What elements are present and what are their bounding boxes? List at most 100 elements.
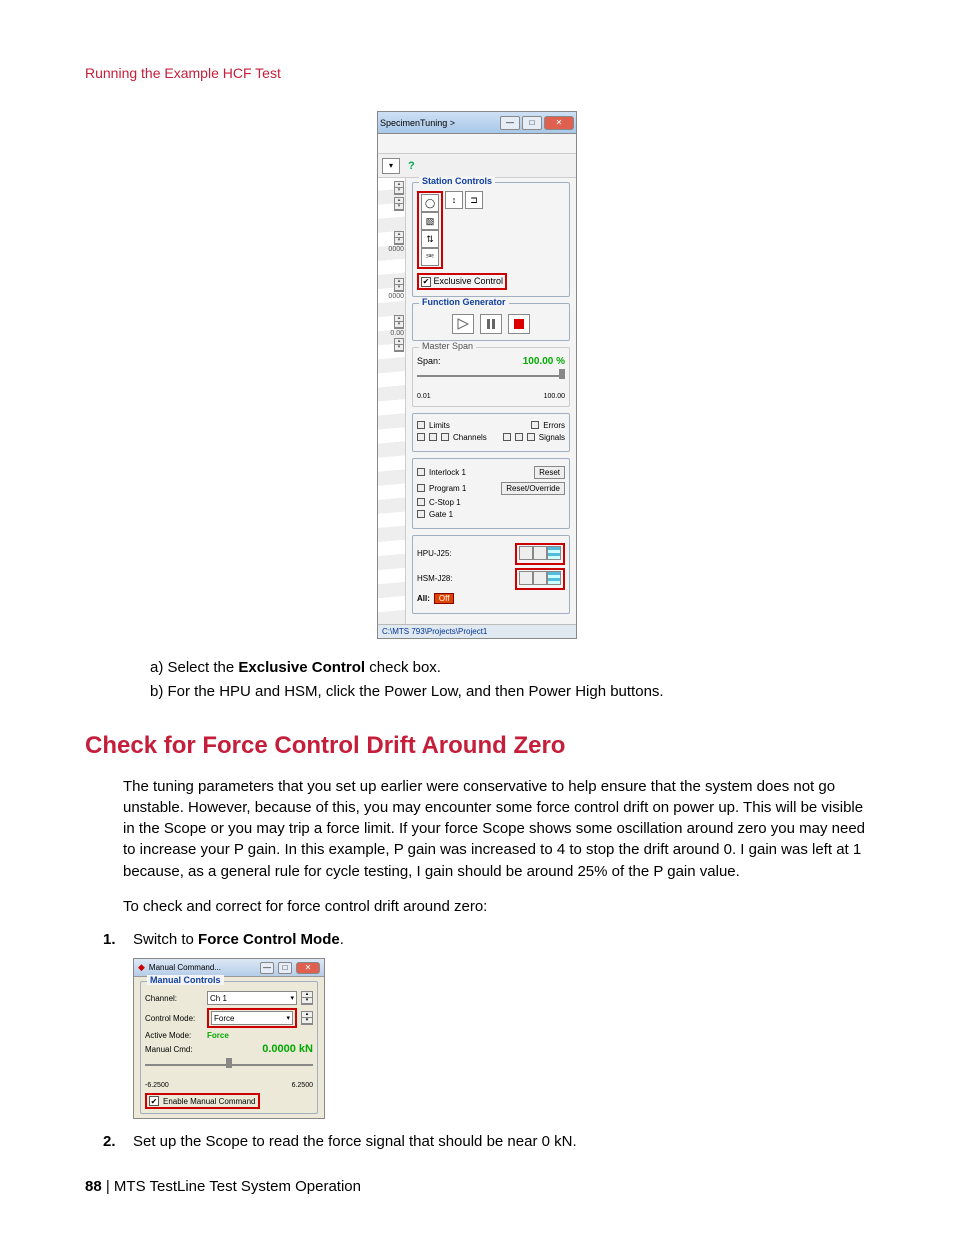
channels-label: Channels bbox=[453, 433, 487, 442]
control-mode-value: Force bbox=[214, 1014, 234, 1023]
all-label: All: bbox=[417, 594, 430, 603]
master-span-group: Master Span Span: 100.00 % 0.01 100.00 bbox=[412, 347, 570, 407]
span-value: 100.00 % bbox=[523, 356, 565, 367]
left-scale-gutter: ▴▾ ▴▾ ▴▾ 0000 ▴▾ 0000 ▴▾ 0.00 ▴▾ bbox=[378, 178, 406, 624]
close-button[interactable]: ✕ bbox=[296, 962, 320, 974]
hsm-high-button[interactable] bbox=[547, 571, 561, 585]
toolbar-dropdown[interactable]: ▾ bbox=[382, 158, 400, 174]
enable-manual-label: Enable Manual Command bbox=[163, 1097, 256, 1106]
signals-label: Signals bbox=[539, 433, 565, 442]
group-title: Master Span bbox=[419, 341, 476, 351]
highlighted-icons: ◯ ▧ ⇅ ⎃ bbox=[417, 191, 443, 269]
interlock-label: Interlock 1 bbox=[429, 468, 466, 477]
step-a: a) Select the bbox=[150, 659, 238, 676]
section-paragraph-2: To check and correct for force control d… bbox=[123, 896, 869, 917]
page-footer: 88 | MTS TestLine Test System Operation bbox=[85, 1178, 361, 1195]
manual-command-screenshot: ◆ Manual Command... — □ ✕ Manual Control… bbox=[133, 958, 325, 1119]
close-button[interactable]: ✕ bbox=[544, 116, 574, 130]
tool-icon-5[interactable]: ↕ bbox=[445, 191, 463, 209]
step-a-tail: check box. bbox=[365, 659, 441, 676]
tool-icon-4[interactable]: ⎃ bbox=[421, 248, 439, 266]
hpu-high-button[interactable] bbox=[547, 546, 561, 560]
numbered-step-1: 1. Switch to Force Control Mode. bbox=[103, 931, 869, 948]
active-mode-label: Active Mode: bbox=[145, 1031, 203, 1040]
cmd-min: -6.2500 bbox=[145, 1082, 169, 1089]
channel-select[interactable]: Ch 1▾ bbox=[207, 991, 297, 1005]
station-controls-screenshot: SpecimenTuning > — □ ✕ ▾ ? ▴▾ ▴▾ ▴▾ 0000… bbox=[377, 111, 577, 639]
status-group: Limits Errors Channels Signals bbox=[412, 413, 570, 452]
all-off-badge: Off bbox=[434, 593, 455, 604]
page-number: 88 bbox=[85, 1178, 102, 1195]
section-heading: Check for Force Control Drift Around Zer… bbox=[85, 732, 869, 760]
control-mode-select[interactable]: Force▾ bbox=[211, 1011, 293, 1025]
cstop-label: C-Stop 1 bbox=[429, 498, 461, 507]
channel-spinner[interactable]: ▴▾ bbox=[301, 991, 313, 1005]
step2-text: Set up the Scope to read the force signa… bbox=[133, 1133, 577, 1150]
active-mode-value: Force bbox=[207, 1031, 229, 1040]
tool-icon-2[interactable]: ▧ bbox=[421, 212, 439, 230]
span-slider[interactable] bbox=[417, 369, 565, 383]
group-title: Function Generator bbox=[419, 297, 509, 307]
toolbar: ▾ ? bbox=[378, 154, 576, 178]
window-titlebar: SpecimenTuning > — □ ✕ bbox=[378, 112, 576, 134]
app-icon: ◆ bbox=[138, 962, 145, 973]
pause-button[interactable] bbox=[480, 314, 502, 334]
control-mode-label: Control Mode: bbox=[145, 1014, 203, 1023]
help-icon[interactable]: ? bbox=[408, 160, 415, 172]
errors-label: Errors bbox=[543, 421, 565, 430]
step1-text: Switch to bbox=[133, 931, 198, 948]
span-label: Span: bbox=[417, 356, 441, 366]
step-a-bold: Exclusive Control bbox=[238, 659, 365, 676]
cmd-slider[interactable] bbox=[145, 1058, 313, 1072]
maximize-button[interactable]: □ bbox=[278, 962, 292, 974]
mode-spinner[interactable]: ▴▾ bbox=[301, 1011, 313, 1025]
numbered-step-2: 2. Set up the Scope to read the force si… bbox=[103, 1133, 869, 1150]
group-title: Station Controls bbox=[419, 176, 495, 186]
tool-icon-3[interactable]: ⇅ bbox=[421, 230, 439, 248]
channel-value: Ch 1 bbox=[210, 994, 227, 1003]
status-bar-path: C:\MTS 793\Projects\Project1 bbox=[378, 624, 576, 638]
span-min: 0.01 bbox=[417, 393, 431, 400]
reset-override-button[interactable]: Reset/Override bbox=[501, 482, 565, 495]
hsm-off-button[interactable] bbox=[519, 571, 533, 585]
limits-label: Limits bbox=[429, 421, 450, 430]
function-generator-group: Function Generator bbox=[412, 303, 570, 341]
program-label: Program 1 bbox=[429, 484, 466, 493]
minimize-button[interactable]: — bbox=[500, 116, 520, 130]
interlock-group: Interlock 1 Reset Program 1 Reset/Overri… bbox=[412, 458, 570, 529]
cmd-max: 6.2500 bbox=[292, 1082, 313, 1089]
enable-manual-checkbox[interactable]: ✔ bbox=[149, 1096, 159, 1106]
minimize-button[interactable]: — bbox=[260, 962, 274, 974]
hpu-off-button[interactable] bbox=[519, 546, 533, 560]
tick-label: 0000 bbox=[388, 293, 404, 300]
tick-label: 0000 bbox=[388, 246, 404, 253]
span-max: 100.00 bbox=[544, 393, 565, 400]
gate-label: Gate 1 bbox=[429, 510, 453, 519]
tick-label: 0.00 bbox=[390, 330, 404, 337]
exclusive-control-label: Exclusive Control bbox=[434, 276, 504, 286]
reset-button[interactable]: Reset bbox=[534, 466, 565, 479]
step-b: b) For the HPU and HSM, click the Power … bbox=[150, 681, 869, 704]
run-button[interactable] bbox=[452, 314, 474, 334]
manual-cmd-label: Manual Cmd: bbox=[145, 1045, 203, 1054]
window-title: Manual Command... bbox=[149, 963, 256, 972]
manual-controls-group: Manual Controls Channel: Ch 1▾ ▴▾ Contro… bbox=[140, 981, 318, 1114]
hsm-low-button[interactable] bbox=[533, 571, 547, 585]
stop-button[interactable] bbox=[508, 314, 530, 334]
station-controls-group: Station Controls ◯ ▧ ⇅ ⎃ ↕ ⊐ ✔ Exclusive… bbox=[412, 182, 570, 297]
menu-bar bbox=[378, 134, 576, 154]
step1-tail: . bbox=[340, 931, 344, 948]
footer-title: MTS TestLine Test System Operation bbox=[114, 1178, 361, 1195]
tool-icon-1[interactable]: ◯ bbox=[421, 194, 439, 212]
step1-bold: Force Control Mode bbox=[198, 931, 340, 948]
exclusive-control-checkbox[interactable]: ✔ bbox=[421, 277, 431, 287]
channel-label: Channel: bbox=[145, 994, 203, 1003]
exclusive-control-highlight: ✔ Exclusive Control bbox=[417, 273, 507, 290]
maximize-button[interactable]: □ bbox=[522, 116, 542, 130]
hpu-low-button[interactable] bbox=[533, 546, 547, 560]
instruction-list: a) Select the Exclusive Control check bo… bbox=[150, 657, 869, 704]
tool-icon-6[interactable]: ⊐ bbox=[465, 191, 483, 209]
manual-cmd-value: 0.0000 kN bbox=[207, 1043, 313, 1055]
page-header-breadcrumb: Running the Example HCF Test bbox=[85, 65, 869, 81]
group-title: Manual Controls bbox=[147, 975, 224, 985]
